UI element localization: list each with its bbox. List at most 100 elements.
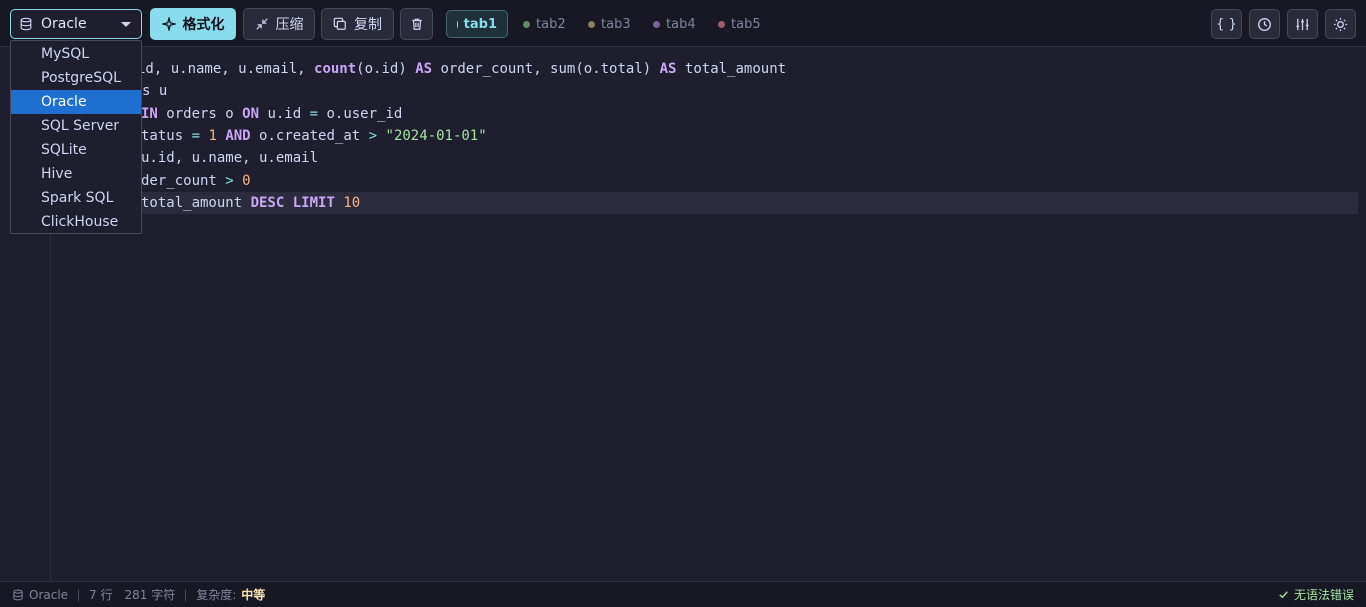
sun-icon: [1333, 17, 1348, 31]
sql-text: total_amount: [676, 61, 787, 77]
copy-icon: [333, 17, 346, 30]
braces-icon: { }: [1216, 16, 1237, 32]
tab-5[interactable]: tab5: [708, 10, 771, 38]
sql-editor[interactable]: id, u.name, u.email, count(o.id) AS orde…: [0, 48, 1366, 581]
tab-1[interactable]: tab1: [446, 10, 508, 38]
status-line-count: 7 行: [89, 588, 113, 602]
dialect-option[interactable]: PostgreSQL: [11, 66, 141, 90]
sql-text: orders o: [157, 105, 243, 122]
sliders-icon: [1296, 18, 1309, 30]
sql-keyword: AND: [225, 127, 251, 144]
code-line: s u: [142, 80, 167, 102]
sql-text: o.user_id: [318, 105, 403, 122]
sql-operator: =: [309, 105, 319, 122]
chevron-down-icon: [121, 22, 131, 27]
status-dialect: Oracle: [12, 588, 68, 602]
sql-operator: >: [225, 172, 234, 189]
tab-label: tab5: [731, 16, 761, 32]
copy-button[interactable]: 复制: [321, 8, 394, 40]
copy-button-label: 复制: [354, 17, 382, 33]
braces-button[interactable]: { }: [1211, 9, 1242, 39]
history-icon: [1258, 17, 1271, 31]
tab-label: tab2: [536, 16, 566, 32]
compress-icon: [255, 18, 268, 30]
dialect-option[interactable]: MySQL: [11, 42, 141, 66]
syntax-status-label: 无语法错误: [1293, 588, 1354, 602]
code-line: total_amount DESC LIMIT 10: [141, 192, 360, 214]
database-icon: [13, 589, 23, 600]
tab-label: tab1: [463, 16, 497, 32]
sql-number: 10: [343, 194, 361, 211]
sql-keyword: IN: [141, 105, 158, 122]
sql-operator: >: [368, 127, 378, 144]
format-button-label: 格式化: [182, 17, 225, 33]
sql-keyword: LIMIT: [292, 194, 335, 211]
tab-label: tab4: [666, 16, 696, 32]
divider: [185, 588, 187, 601]
sql-string: "2024-01-01": [385, 127, 487, 144]
sql-text: id, u.name, u.email,: [137, 61, 315, 77]
tab-status-dot: [653, 20, 660, 28]
dialect-option[interactable]: Hive: [11, 162, 141, 186]
sql-number: 1: [208, 127, 217, 144]
code-line: der_count > 0: [141, 170, 251, 192]
code-line: tatus = 1 AND o.created_at > "2024-01-01…: [141, 125, 487, 147]
status-bar: Oracle 7 行 281 字符 复杂度: 中等 无语法错误: [0, 581, 1366, 607]
tab-4[interactable]: tab4: [643, 10, 706, 38]
sql-keyword: ON: [242, 105, 260, 122]
sql-operator: =: [191, 127, 201, 144]
check-icon: [1279, 591, 1288, 599]
code-line: u.id, u.name, u.email: [141, 147, 318, 169]
status-complexity: 复杂度: 中等: [196, 586, 265, 603]
dialect-option[interactable]: SQL Server: [11, 114, 141, 138]
history-button[interactable]: [1249, 9, 1280, 39]
tab-status-dot: [588, 20, 595, 28]
sql-keyword: AS: [415, 61, 433, 77]
divider: [78, 588, 80, 601]
settings-button[interactable]: [1287, 9, 1318, 39]
sql-text: (o.id): [356, 61, 416, 77]
sql-text: u.id, u.name, u.email: [141, 150, 319, 167]
dialect-select-value: Oracle: [41, 16, 87, 32]
complexity-label: 复杂度:: [196, 588, 237, 602]
tab-status-dot: [457, 20, 458, 28]
complexity-value: 中等: [241, 588, 266, 602]
dialect-option[interactable]: Spark SQL: [11, 186, 141, 210]
format-button[interactable]: 格式化: [150, 8, 236, 40]
sql-keyword: DESC: [250, 194, 285, 211]
delete-button[interactable]: [400, 8, 433, 40]
sql-text: s u: [142, 83, 168, 100]
code-line: id, u.name, u.email, count(o.id) AS orde…: [137, 58, 786, 80]
dialect-option[interactable]: Oracle: [11, 90, 141, 114]
compress-button-label: 压缩: [275, 17, 304, 33]
trash-icon: [411, 18, 422, 30]
theme-button[interactable]: [1325, 9, 1356, 39]
tab-status-dot: [523, 20, 530, 28]
dialect-dropdown: MySQL PostgreSQL Oracle SQL Server SQLit…: [10, 40, 142, 234]
compress-button[interactable]: 压缩: [243, 8, 315, 40]
sql-text: tatus: [141, 127, 192, 144]
database-icon: [20, 17, 32, 31]
sql-text: order_count, sum(o.total): [432, 61, 660, 77]
sql-keyword: AS: [659, 61, 677, 77]
sql-text: der_count: [141, 172, 226, 189]
status-dialect-label: Oracle: [29, 587, 69, 602]
sql-keyword: count: [314, 61, 357, 77]
syntax-status: 无语法错误: [1278, 586, 1354, 603]
dialect-option[interactable]: SQLite: [11, 138, 141, 162]
code-line: IN orders o ON u.id = o.user_id: [141, 103, 402, 125]
sql-text: o.created_at: [250, 127, 369, 144]
tab-2[interactable]: tab2: [513, 10, 576, 38]
tab-label: tab3: [601, 16, 631, 32]
sql-text: u.id: [259, 105, 310, 122]
tab-status-dot: [718, 20, 725, 28]
status-char-count: 281 字符: [124, 588, 176, 602]
dialect-option[interactable]: ClickHouse: [11, 210, 141, 234]
dialect-select[interactable]: Oracle: [10, 9, 142, 39]
sql-number: 0: [242, 172, 251, 189]
sparkle-icon: [161, 17, 176, 31]
tab-3[interactable]: tab3: [578, 10, 641, 38]
